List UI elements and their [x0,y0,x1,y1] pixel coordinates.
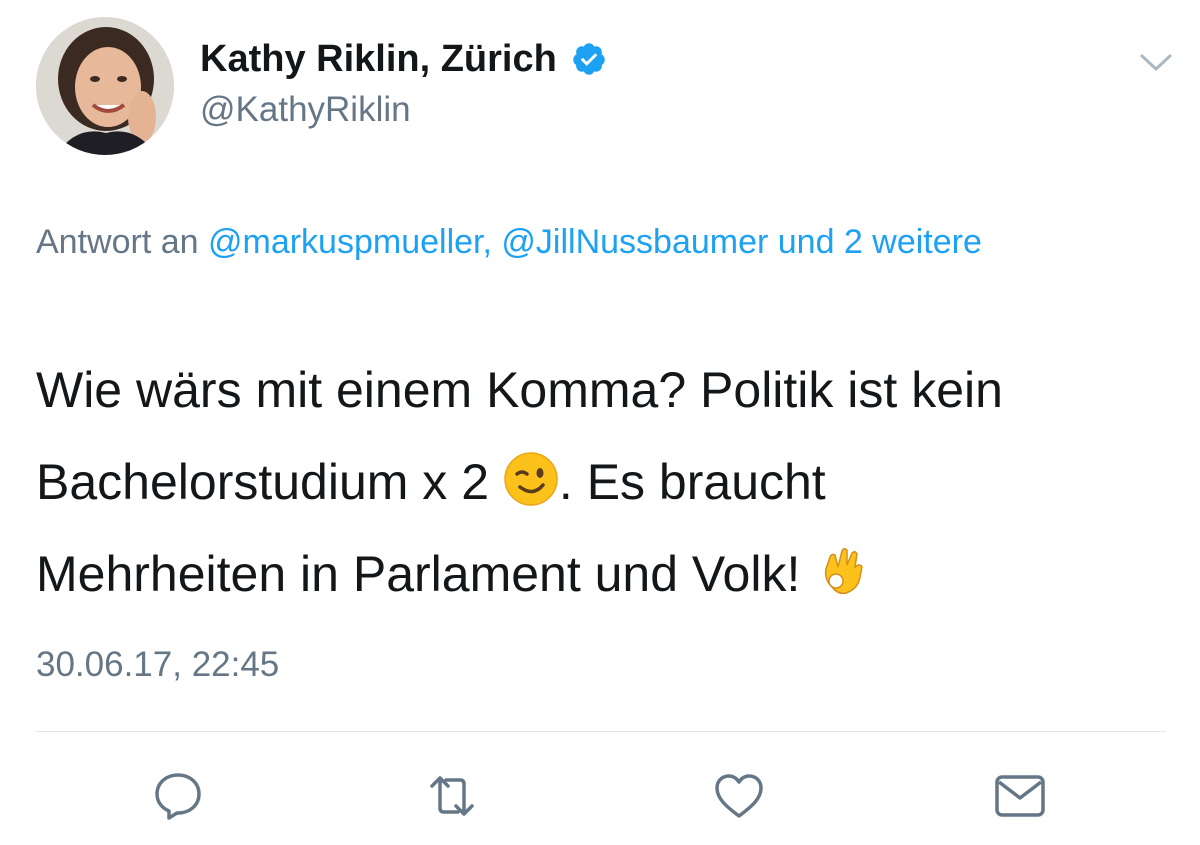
mention-separator: , [482,223,502,261]
tweet-text-segment: Mehrheiten in Parlament und Volk! [36,546,815,602]
reply-icon[interactable] [150,768,206,824]
mention-link[interactable]: @markuspmueller [208,223,483,261]
tweet-text-line: Mehrheiten in Parlament und Volk! [36,528,1176,620]
avatar[interactable] [36,17,174,155]
profile-photo [36,17,174,155]
reply-context: Antwort an @markuspmueller, @JillNussbau… [36,214,1156,271]
tweet-text-line: Wie wärs mit einem Komma? Politik ist ke… [36,362,1003,418]
tweet-timestamp: 30.06.17, 22:45 [36,645,280,684]
more-recipients-link[interactable]: und 2 weitere [768,223,982,261]
user-handle[interactable]: @KathyRiklin [200,88,411,132]
display-name-row[interactable]: Kathy Riklin, Zürich [200,36,607,82]
reply-prefix: Antwort an [36,223,208,261]
divider [36,731,1166,732]
heart-icon[interactable] [711,768,767,824]
tweet-text: Wie wärs mit einem Komma? Politik ist ke… [36,344,1176,620]
ok-hand-emoji [814,536,870,595]
display-name[interactable]: Kathy Riklin, Zürich [200,36,557,82]
retweet-icon[interactable] [424,768,480,824]
tweet-text-line: Bachelorstudium x 2 . Es braucht [36,436,1176,528]
verified-badge-icon [571,41,607,77]
chevron-down-icon[interactable] [1136,46,1176,78]
tweet-text-segment: . Es braucht [558,454,826,510]
tweet-text-segment: Bachelorstudium x 2 [36,454,503,510]
mention-link[interactable]: @JillNussbaumer [501,223,768,261]
winking-face-emoji [503,444,559,506]
envelope-icon[interactable] [992,768,1048,824]
